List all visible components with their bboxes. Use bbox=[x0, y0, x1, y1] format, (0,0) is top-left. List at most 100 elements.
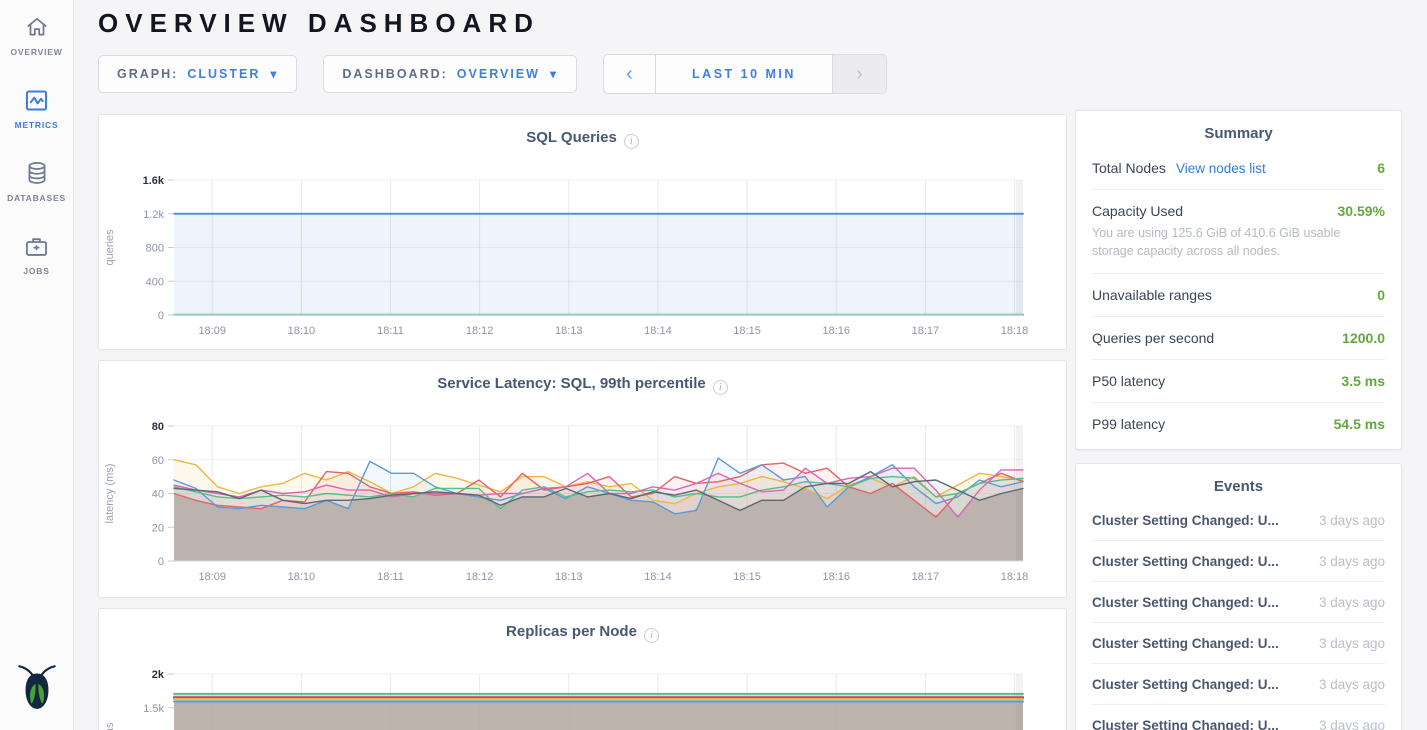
home-icon bbox=[22, 12, 52, 42]
total-nodes-label: Total Nodes bbox=[1092, 160, 1166, 176]
chart-card-replicas-per-node: Replicas per Nodei 18:0918:1018:1118:121… bbox=[98, 608, 1067, 730]
sidebar-item-metrics[interactable]: METRICS bbox=[15, 85, 59, 130]
chevron-down-icon: ▾ bbox=[270, 67, 278, 81]
chart-title: Service Latency: SQL, 99th percentilei bbox=[99, 375, 1066, 395]
svg-text:0: 0 bbox=[158, 556, 164, 568]
p99-latency-label: P99 latency bbox=[1092, 416, 1165, 432]
events-title: Events bbox=[1092, 478, 1385, 500]
chart-card-service-latency: Service Latency: SQL, 99th percentilei 1… bbox=[98, 360, 1067, 598]
sql-queries-chart[interactable]: 18:0918:1018:1118:1218:1318:1418:1518:16… bbox=[99, 166, 1066, 342]
event-time: 3 days ago bbox=[1319, 513, 1385, 528]
chart-title: SQL Queriesi bbox=[99, 129, 1066, 149]
p99-latency-value: 54.5 ms bbox=[1334, 416, 1385, 432]
svg-text:18:12: 18:12 bbox=[466, 571, 494, 583]
svg-text:18:14: 18:14 bbox=[644, 571, 672, 583]
event-time: 3 days ago bbox=[1319, 718, 1385, 730]
main-content: OVERVIEW DASHBOARD GRAPH: CLUSTER ▾ DASH… bbox=[98, 0, 1067, 730]
event-row: Cluster Setting Changed: U... 3 days ago bbox=[1092, 541, 1385, 582]
svg-text:18:13: 18:13 bbox=[555, 325, 583, 337]
sidebar-item-label: METRICS bbox=[15, 120, 59, 130]
svg-text:1.6k: 1.6k bbox=[143, 175, 165, 187]
event-text: Cluster Setting Changed: U... bbox=[1092, 677, 1279, 692]
svg-text:80: 80 bbox=[152, 421, 164, 433]
p50-latency-label: P50 latency bbox=[1092, 373, 1165, 389]
service-latency-chart[interactable]: 18:09 18:10 18:11 18:12 18:13 18:14 18:15 18:16… bbox=[99, 412, 1066, 588]
svg-text:400: 400 bbox=[146, 276, 164, 288]
sidebar-item-label: JOBS bbox=[23, 266, 49, 276]
info-icon[interactable]: i bbox=[713, 380, 728, 395]
chart-title: Replicas per Nodei bbox=[99, 623, 1066, 643]
app-sidebar: OVERVIEW METRICS DATABASES bbox=[0, 0, 74, 730]
unavailable-ranges-value: 0 bbox=[1377, 287, 1385, 303]
capacity-used-subtext: You are using 125.6 GiB of 410.6 GiB usa… bbox=[1092, 225, 1362, 260]
right-column: Summary Total Nodes View nodes list 6 Ca… bbox=[1075, 110, 1402, 730]
dashboard-dropdown[interactable]: DASHBOARD: OVERVIEW ▾ bbox=[323, 55, 577, 93]
event-time: 3 days ago bbox=[1319, 636, 1385, 651]
summary-row-queries-per-second: Queries per second 1200.0 bbox=[1092, 317, 1385, 360]
capacity-used-label: Capacity Used bbox=[1092, 203, 1183, 219]
events-panel: Events Cluster Setting Changed: U... 3 d… bbox=[1075, 463, 1402, 730]
event-text: Cluster Setting Changed: U... bbox=[1092, 636, 1279, 651]
sidebar-item-databases[interactable]: DATABASES bbox=[7, 158, 66, 203]
svg-text:18:12: 18:12 bbox=[466, 325, 494, 337]
dashboard-dropdown-label: DASHBOARD: bbox=[342, 67, 447, 81]
info-icon[interactable]: i bbox=[624, 134, 639, 149]
time-range-selector: ‹ LAST 10 MIN › bbox=[603, 54, 887, 94]
sidebar-item-label: OVERVIEW bbox=[10, 47, 62, 57]
event-time: 3 days ago bbox=[1319, 677, 1385, 692]
svg-text:60: 60 bbox=[152, 455, 164, 467]
svg-text:2k: 2k bbox=[152, 669, 165, 681]
event-row: Cluster Setting Changed: U... 3 days ago bbox=[1092, 623, 1385, 664]
event-text: Cluster Setting Changed: U... bbox=[1092, 554, 1279, 569]
svg-text:18:15: 18:15 bbox=[733, 325, 761, 337]
summary-row-total-nodes: Total Nodes View nodes list 6 bbox=[1092, 147, 1385, 190]
chevron-left-icon: ‹ bbox=[626, 63, 633, 86]
svg-text:18:14: 18:14 bbox=[644, 325, 672, 337]
svg-text:1.5k: 1.5k bbox=[143, 703, 164, 715]
event-time: 3 days ago bbox=[1319, 554, 1385, 569]
chart-card-sql-queries: SQL Queriesi 18:0918:1018:1118:1218:1318… bbox=[98, 114, 1067, 350]
replicas-per-node-chart[interactable]: 18:0918:1018:1118:1218:1318:1418:1518:16… bbox=[99, 660, 1066, 730]
metrics-chart-icon bbox=[21, 85, 51, 115]
svg-text:18:15: 18:15 bbox=[733, 571, 761, 583]
summary-row-unavailable-ranges: Unavailable ranges 0 bbox=[1092, 274, 1385, 317]
svg-text:18:17: 18:17 bbox=[912, 325, 940, 337]
view-nodes-list-link[interactable]: View nodes list bbox=[1176, 161, 1266, 176]
dashboard-dropdown-value: OVERVIEW bbox=[457, 67, 540, 81]
chevron-down-icon: ▾ bbox=[550, 67, 558, 81]
svg-text:18:17: 18:17 bbox=[912, 571, 940, 583]
summary-panel: Summary Total Nodes View nodes list 6 Ca… bbox=[1075, 110, 1402, 450]
sidebar-item-overview[interactable]: OVERVIEW bbox=[10, 12, 62, 57]
svg-text:18:11: 18:11 bbox=[377, 325, 404, 337]
time-next-button[interactable]: › bbox=[832, 55, 886, 93]
graph-dropdown-value: CLUSTER bbox=[187, 67, 260, 81]
svg-text:18:18: 18:18 bbox=[1001, 325, 1029, 337]
page-title: OVERVIEW DASHBOARD bbox=[98, 8, 1067, 39]
svg-text:18:16: 18:16 bbox=[822, 571, 850, 583]
summary-row-capacity-used: Capacity Used 30.59% You are using 125.6… bbox=[1092, 190, 1385, 274]
capacity-used-value: 30.59% bbox=[1338, 203, 1385, 219]
svg-text:18:13: 18:13 bbox=[555, 571, 583, 583]
sidebar-item-jobs[interactable]: JOBS bbox=[22, 231, 52, 276]
event-row: Cluster Setting Changed: U... 3 days ago bbox=[1092, 582, 1385, 623]
event-row: Cluster Setting Changed: U... 3 days ago bbox=[1092, 500, 1385, 541]
controls-bar: GRAPH: CLUSTER ▾ DASHBOARD: OVERVIEW ▾ ‹… bbox=[98, 54, 1067, 94]
unavailable-ranges-label: Unavailable ranges bbox=[1092, 287, 1212, 303]
chevron-right-icon: › bbox=[856, 63, 863, 86]
time-prev-button[interactable]: ‹ bbox=[604, 55, 656, 93]
svg-text:18:09: 18:09 bbox=[198, 571, 226, 583]
briefcase-icon bbox=[22, 231, 52, 261]
info-icon[interactable]: i bbox=[644, 628, 659, 643]
svg-text:18:10: 18:10 bbox=[288, 571, 316, 583]
time-range-button[interactable]: LAST 10 MIN bbox=[656, 55, 832, 93]
graph-dropdown-label: GRAPH: bbox=[117, 67, 178, 81]
graph-dropdown[interactable]: GRAPH: CLUSTER ▾ bbox=[98, 55, 297, 93]
svg-text:latency (ms): latency (ms) bbox=[104, 464, 116, 524]
svg-text:20: 20 bbox=[152, 522, 164, 534]
svg-text:1.2k: 1.2k bbox=[143, 209, 164, 221]
event-row: Cluster Setting Changed: U... 3 days ago bbox=[1092, 664, 1385, 705]
qps-value: 1200.0 bbox=[1342, 330, 1385, 346]
cockroach-logo bbox=[16, 659, 58, 718]
svg-text:18:11: 18:11 bbox=[377, 571, 404, 583]
qps-label: Queries per second bbox=[1092, 330, 1214, 346]
